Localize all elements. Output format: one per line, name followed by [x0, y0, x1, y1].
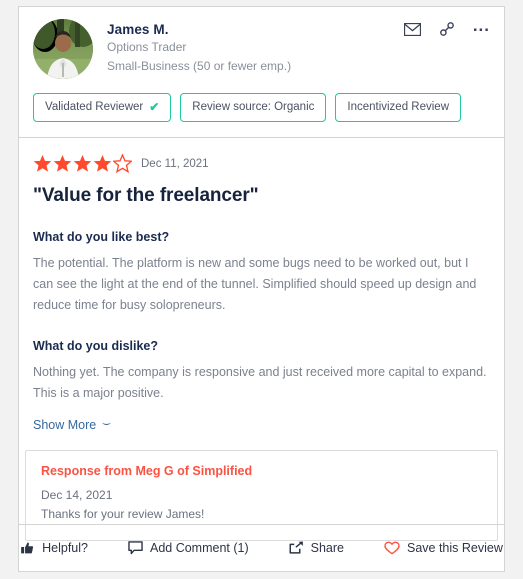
review-title: "Value for the freelancer" — [33, 185, 259, 206]
star-empty-icon — [113, 154, 132, 173]
more-options-icon[interactable]: ... — [473, 17, 490, 36]
helpful-label: Helpful? — [42, 541, 88, 555]
review-footer-actions: Helpful? Add Comment (1) Share Save this… — [19, 524, 504, 571]
reviewer-role: Options Trader — [107, 40, 187, 54]
like-question: What do you like best? — [33, 230, 170, 244]
thumbs-up-icon — [20, 541, 35, 556]
share-icon — [289, 541, 304, 555]
badge-list: Validated Reviewer ✔ Review source: Orga… — [33, 93, 490, 122]
badge-validated-reviewer[interactable]: Validated Reviewer ✔ — [33, 93, 172, 122]
show-more-label: Show More — [33, 418, 97, 432]
show-more-link[interactable]: Show More — [33, 418, 112, 432]
avatar — [33, 19, 93, 79]
response-text: Thanks for your review James! — [41, 507, 205, 521]
add-comment-label: Add Comment (1) — [149, 541, 249, 555]
like-answer: The potential. The platform is new and s… — [33, 256, 477, 312]
star-rating — [33, 154, 132, 173]
reviewer-info: James M. Options Trader Small-Business (… — [107, 19, 291, 75]
envelope-icon[interactable] — [403, 22, 421, 36]
header-actions: ... — [403, 17, 490, 37]
dislike-block: What do you dislike? Nothing yet. The co… — [33, 339, 490, 404]
star-filled-icon — [73, 154, 92, 172]
dislike-question: What do you dislike? — [33, 339, 159, 353]
badge-review-source[interactable]: Review source: Organic — [180, 93, 327, 122]
comment-icon — [128, 541, 143, 555]
badge-label: Review source: Organic — [192, 101, 315, 113]
badge-incentivized-review[interactable]: Incentivized Review — [335, 93, 462, 122]
reviewer-company-size: Small-Business (50 or fewer emp.) — [107, 59, 292, 73]
review-header: James M. Options Trader Small-Business (… — [19, 7, 504, 138]
share-button[interactable]: Share — [289, 541, 344, 555]
chevron-down-icon — [102, 422, 112, 425]
save-review-button[interactable]: Save this Review — [384, 541, 503, 555]
reviewer-name: James M. — [107, 22, 169, 37]
response-title: Response from Meg G of Simplified — [41, 464, 253, 478]
rating-row: Dec 11, 2021 — [33, 154, 490, 173]
star-filled-icon — [93, 154, 112, 172]
heart-icon — [384, 541, 400, 555]
share-label: Share — [310, 541, 344, 555]
review-card: James M. Options Trader Small-Business (… — [18, 6, 505, 572]
avatar-photo — [33, 19, 93, 79]
star-filled-icon — [53, 154, 72, 172]
like-block: What do you like best? The potential. Th… — [33, 230, 490, 316]
save-review-label: Save this Review — [407, 541, 503, 555]
chain-link-icon[interactable] — [439, 21, 455, 37]
response-date: Dec 14, 2021 — [41, 488, 113, 502]
add-comment-button[interactable]: Add Comment (1) — [128, 541, 249, 555]
review-date: Dec 11, 2021 — [141, 157, 209, 170]
review-body: Dec 11, 2021 "Value for the freelancer" … — [19, 138, 504, 434]
check-icon: ✔ — [149, 100, 160, 114]
helpful-button[interactable]: Helpful? — [20, 541, 88, 556]
star-filled-icon — [33, 154, 52, 172]
dislike-answer: Nothing yet. The company is responsive a… — [33, 365, 487, 400]
badge-label: Incentivized Review — [347, 101, 450, 113]
badge-label: Validated Reviewer — [45, 101, 144, 113]
